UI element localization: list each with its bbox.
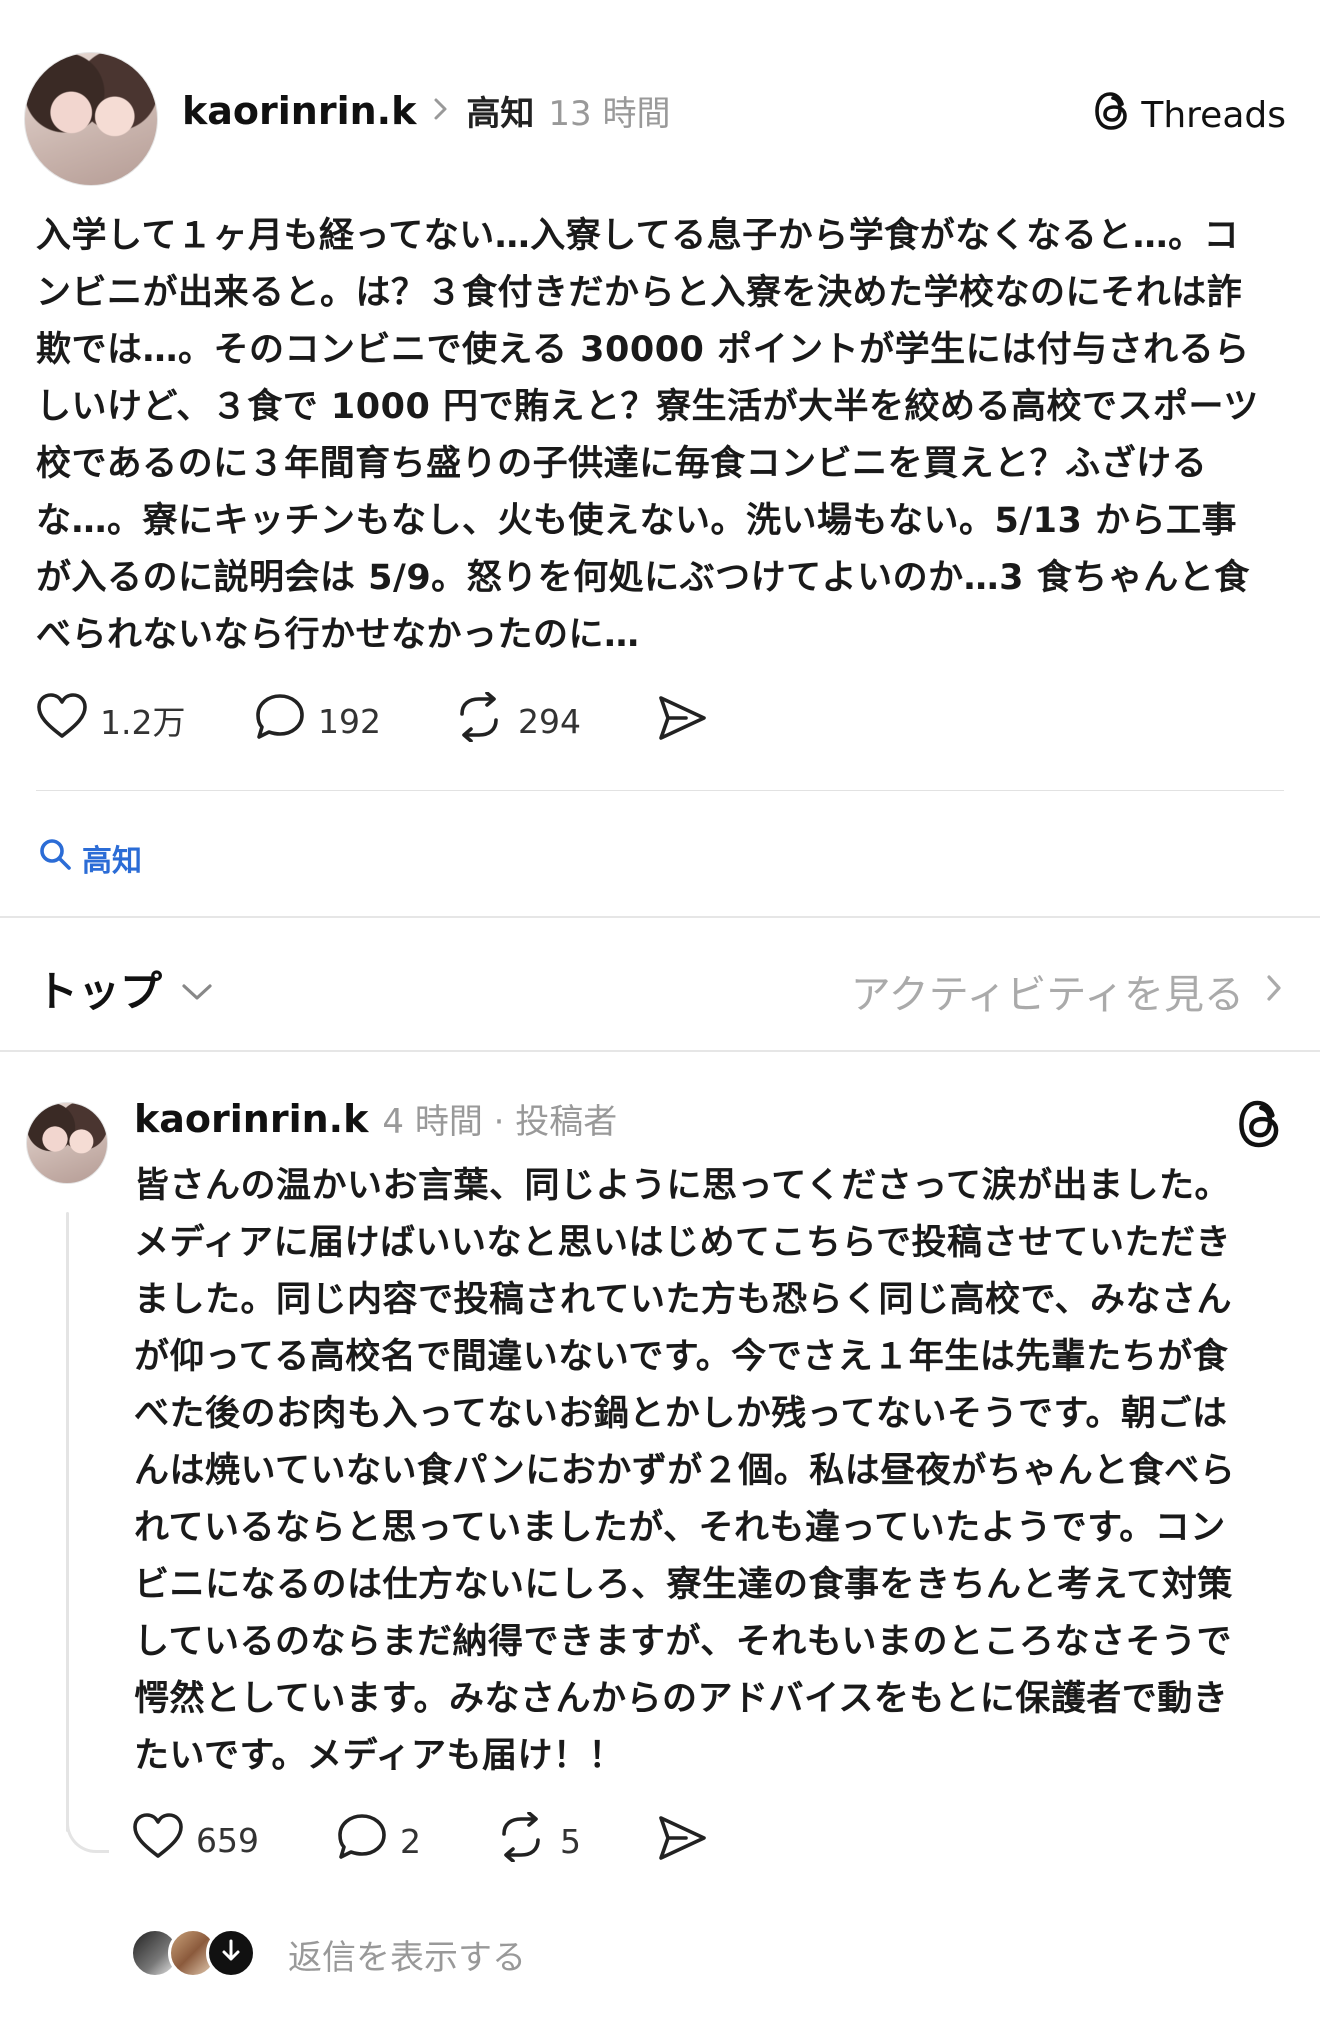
reply-text-line: 皆さんの温かいお言葉、同じように思ってくださって涙が出ました。 xyxy=(134,1166,1230,1206)
topic-tag[interactable]: 高知 xyxy=(38,836,142,880)
repost-button[interactable]: 294 xyxy=(452,691,581,750)
post-location[interactable]: 高知 xyxy=(466,86,534,135)
reply-time-author: 4 時間 · 投稿者 xyxy=(382,1102,618,1142)
section-divider xyxy=(0,1050,1320,1052)
reply-text-line: しているのならまだ納得できますが、それもいまのところなさそうで xyxy=(134,1622,1233,1662)
reply-text-line: メディアに届けばいいなと思いはじめてこちらで投稿させていただき xyxy=(134,1223,1232,1263)
sort-label: トップ xyxy=(36,967,163,1016)
reply-username[interactable]: kaorinrin.k xyxy=(134,1097,368,1141)
reply-comment-count: 2 xyxy=(400,1821,421,1861)
repost-count: 294 xyxy=(518,701,581,741)
reply-text-line: んは焼いていない食パンにおかずが２個。私は昼夜がちゃんと食べら xyxy=(134,1451,1236,1491)
search-icon xyxy=(38,837,72,879)
reply-share-button[interactable] xyxy=(656,1814,708,1866)
repost-icon xyxy=(452,691,506,750)
reply-avatar[interactable] xyxy=(26,1102,108,1184)
reply-text-line: が仰ってる高校名で間違いないです。今でさえ１年生は先輩たちが食 xyxy=(134,1337,1229,1377)
chevron-right-icon xyxy=(430,95,452,127)
thread-line xyxy=(66,1212,69,1832)
post-text-line: べられないなら行かせなかったのに… xyxy=(36,615,640,655)
sort-dropdown[interactable]: トップ xyxy=(36,958,214,1019)
topic-label: 高知 xyxy=(82,844,142,879)
post-text-line: しいけど、３食で 1000 円で賄えと？寮生活が大半を絞める高校でスポーツ xyxy=(36,387,1259,427)
reply-repost-button[interactable]: 5 xyxy=(494,1811,581,1870)
repost-icon xyxy=(494,1811,548,1870)
reply-comment-button[interactable]: 2 xyxy=(336,1812,421,1870)
like-button[interactable]: 1.2万 xyxy=(36,692,185,748)
author-username[interactable]: kaorinrin.k xyxy=(182,89,416,133)
post-header: kaorinrin.k 高知 13 時間 xyxy=(182,86,670,135)
chevron-right-icon xyxy=(1264,968,1284,1014)
threads-logo-icon xyxy=(1093,90,1131,141)
send-icon xyxy=(656,696,708,746)
heart-icon xyxy=(36,692,88,748)
reply-text-line: 愕然としています。みなさんからのアドバイスをもとに保護者で動き xyxy=(134,1679,1229,1719)
reply-text-line: れているならと思っていましたが、それも違っていたようです。コン xyxy=(134,1508,1226,1548)
reply-text-line: べた後のお肉も入ってないお鍋とかしか残ってないそうです。朝ごは xyxy=(134,1394,1228,1434)
threads-brand[interactable]: Threads xyxy=(1093,90,1286,141)
post-body: 入学して１ヶ月も経ってない…入寮してる息子から学食がなくなると…。コ ンビニが出… xyxy=(36,208,1286,664)
comment-bubble-icon xyxy=(336,1812,388,1870)
section-divider xyxy=(0,916,1320,918)
post-text-line: な…。寮にキッチンもなし、火も使えない。洗い場もない。5/13 から工事 xyxy=(36,501,1238,541)
post-text-line: 欺では…。そのコンビニで使える 30000 ポイントが学生には付与されるら xyxy=(36,330,1250,370)
reply-repost-count: 5 xyxy=(560,1821,581,1861)
comment-bubble-icon xyxy=(254,692,306,750)
author-avatar[interactable] xyxy=(24,52,158,186)
threads-label: Threads xyxy=(1141,95,1286,136)
like-count: 1.2万 xyxy=(100,703,186,742)
post-text-line: 校であるのに３年間育ち盛りの子供達に毎食コンビニを買えと？ふざける xyxy=(36,444,1208,484)
chevron-down-icon xyxy=(180,964,214,1013)
activity-label: アクティビティを見る xyxy=(850,972,1244,1018)
comment-button[interactable]: 192 xyxy=(254,692,381,750)
post-text-line: が入るのに説明会は 5/9。怒りを何処にぶつけてよいのか…3 食ちゃんと食 xyxy=(36,558,1250,598)
post-time: 13 時間 xyxy=(548,94,671,134)
reply-like-button[interactable]: 659 xyxy=(132,1812,259,1868)
share-button[interactable] xyxy=(656,694,708,746)
expand-replies-button[interactable] xyxy=(206,1928,256,1978)
reply-header: kaorinrin.k 4 時間 · 投稿者 xyxy=(134,1094,617,1143)
post-text-line: ンビニが出来ると。は？３食付きだからと入寮を決めた学校なのにそれは詐 xyxy=(36,273,1243,313)
threads-logo-icon xyxy=(1236,1100,1284,1154)
send-icon xyxy=(656,1816,708,1866)
arrow-down-icon xyxy=(219,1938,243,1968)
heart-icon xyxy=(132,1812,184,1868)
view-activity-link[interactable]: アクティビティを見る xyxy=(851,962,1284,1020)
reply-like-count: 659 xyxy=(196,1820,259,1860)
comment-count: 192 xyxy=(318,701,381,741)
reply-text-line: ました。同じ内容で投稿されていた方も恐らく同じ高校で、みなさん xyxy=(134,1280,1233,1320)
reply-text-line: たいです。メディアも届け！！ xyxy=(134,1736,625,1776)
show-replies-link[interactable]: 返信を表示する xyxy=(288,1930,526,1979)
post-divider xyxy=(36,790,1284,791)
threads-menu-button[interactable] xyxy=(1236,1098,1284,1154)
post-text-line: 入学して１ヶ月も経ってない…入寮してる息子から学食がなくなると…。コ xyxy=(36,216,1240,256)
reply-body: 皆さんの温かいお言葉、同じように思ってくださって涙が出ました。 メディアに届けば… xyxy=(134,1158,1284,1785)
thread-line-curve xyxy=(66,1800,109,1853)
reply-text-line: ビニになるのは仕方ないにしろ、寮生達の食事をきちんと考えて対策 xyxy=(134,1565,1233,1605)
